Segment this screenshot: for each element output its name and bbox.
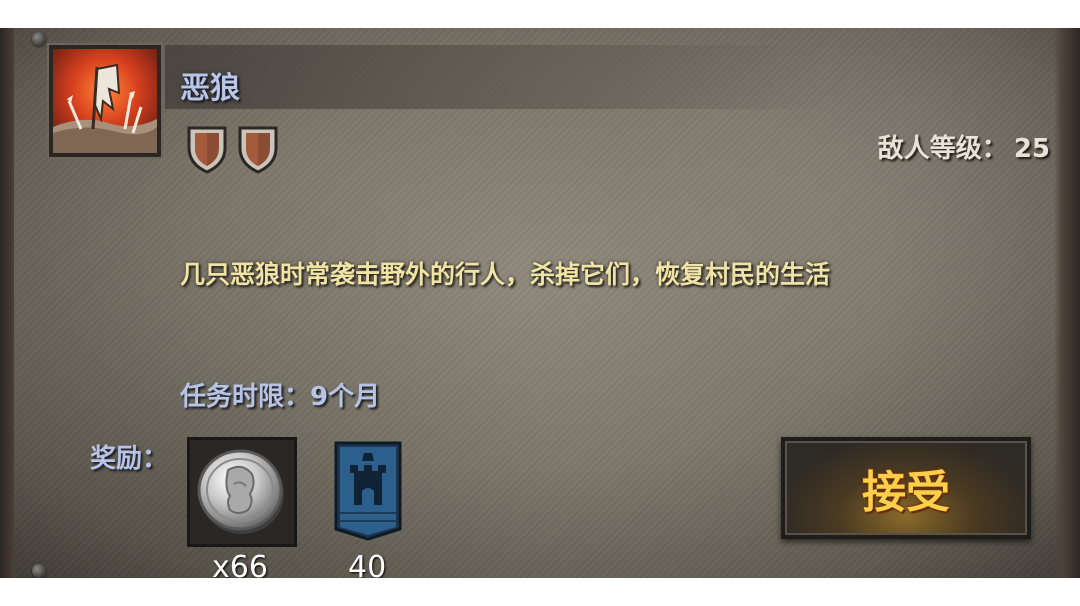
title-bar <box>165 45 825 109</box>
rivet-bottom-left <box>32 564 46 578</box>
panel-right-border <box>1054 28 1080 578</box>
panel-left-border <box>0 28 14 578</box>
time-limit: 任务时限：9个月 <box>180 376 380 413</box>
quest-panel: 恶狼 敌人等级： 25 几只恶狼时常袭击野外的行人，杀掉它们，恢复村民的生活 任… <box>0 28 1080 578</box>
difficulty-shield-icon <box>238 126 278 174</box>
accept-button[interactable]: 接受 <box>781 437 1031 539</box>
time-limit-value: 9个月 <box>310 382 381 412</box>
time-limit-label: 任务时限： <box>180 382 311 412</box>
enemy-level-label: 敌人等级： <box>877 134 1008 164</box>
burning-flag-icon <box>49 45 161 157</box>
reward-label: 奖励： <box>90 444 169 474</box>
enemy-level-value: 25 <box>1013 134 1050 164</box>
castle-banner-icon[interactable] <box>332 441 404 541</box>
reward-count-banner: 40 <box>348 550 387 578</box>
silver-coin-icon <box>197 449 284 534</box>
reward-item-coin[interactable] <box>187 437 297 547</box>
quest-title: 恶狼 <box>180 71 240 106</box>
accept-button-label: 接受 <box>862 467 950 518</box>
difficulty-shield-icon <box>187 126 227 174</box>
rivet-top-left <box>32 32 46 46</box>
enemy-level: 敌人等级： 25 <box>878 128 1050 165</box>
quest-description: 几只恶狼时常袭击野外的行人，杀掉它们，恢复村民的生活 <box>180 260 831 289</box>
reward-count-coin: x66 <box>212 550 268 578</box>
